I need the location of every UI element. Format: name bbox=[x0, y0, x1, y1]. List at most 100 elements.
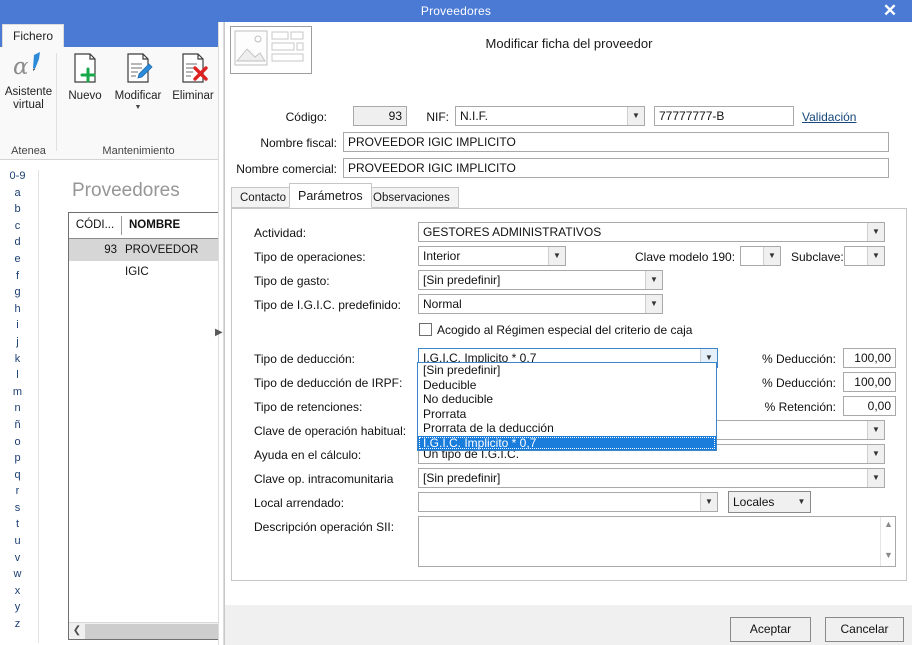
alphabet-index-item[interactable]: u bbox=[0, 533, 35, 550]
nombre-comercial-field[interactable]: PROVEEDOR IGIC IMPLICITO bbox=[343, 158, 889, 178]
alphabet-index-item[interactable]: p bbox=[0, 450, 35, 467]
tab-parametros[interactable]: Parámetros bbox=[289, 183, 372, 208]
local-arrendado-combo[interactable]: ▼ bbox=[418, 492, 718, 512]
cancel-button[interactable]: Cancelar bbox=[825, 617, 904, 642]
tipo-igic-predefinido-combo[interactable]: Normal ▼ bbox=[418, 294, 663, 314]
nif-type-value: N.I.F. bbox=[460, 109, 489, 123]
nif-field[interactable]: 77777777-B bbox=[654, 106, 794, 126]
chevron-down-icon[interactable]: ▼ bbox=[627, 107, 644, 125]
alphabet-index-item[interactable]: l bbox=[0, 367, 35, 384]
window-title: Proveedores bbox=[420, 4, 492, 18]
modificar-button[interactable]: Modificar ▼ bbox=[109, 51, 167, 112]
pct-deduccion-field[interactable]: 100,00 bbox=[843, 348, 896, 368]
eliminar-button[interactable]: Eliminar bbox=[167, 51, 219, 103]
chevron-down-icon[interactable]: ▼ bbox=[793, 492, 810, 510]
subclave-value bbox=[849, 247, 864, 265]
tab-observaciones[interactable]: Observaciones bbox=[364, 187, 459, 208]
nombre-fiscal-field[interactable]: PROVEEDOR IGIC IMPLICITO bbox=[343, 132, 889, 152]
accept-button[interactable]: Aceptar bbox=[730, 617, 811, 642]
close-icon[interactable]: ✕ bbox=[872, 0, 908, 22]
pct-deduccion2-field[interactable]: 100,00 bbox=[843, 372, 896, 392]
alphabet-index-item[interactable]: ñ bbox=[0, 417, 35, 434]
alphabet-index-item[interactable]: c bbox=[0, 218, 35, 235]
nuevo-button[interactable]: Nuevo bbox=[61, 51, 109, 103]
alphabet-index-item[interactable]: 0-9 bbox=[0, 168, 35, 185]
tipo-deduccion-label: Tipo de deducción: bbox=[254, 352, 355, 366]
alphabet-index-item[interactable]: s bbox=[0, 500, 35, 517]
codigo-field[interactable]: 93 bbox=[353, 106, 407, 126]
alphabet-index-item[interactable]: y bbox=[0, 599, 35, 616]
alphabet-index-item[interactable]: r bbox=[0, 483, 35, 500]
pct-retencion-field[interactable]: 0,00 bbox=[843, 396, 896, 416]
tipo-deduccion-dropdown-list[interactable]: [Sin predefinir] Deducible No deducible Pro… bbox=[417, 362, 717, 451]
clave-modelo-190-combo[interactable]: ▼ bbox=[740, 246, 781, 266]
subclave-combo[interactable]: ▼ bbox=[844, 246, 885, 266]
criterio-caja-label: Acogido al Régimen especial del criterio… bbox=[437, 323, 693, 337]
alphabet-index-item[interactable]: k bbox=[0, 351, 35, 368]
chevron-down-icon[interactable]: ▼ bbox=[881, 550, 896, 564]
criterio-caja-checkbox[interactable] bbox=[419, 323, 432, 336]
locales-button[interactable]: Locales ▼ bbox=[728, 491, 811, 513]
chevron-down-icon[interactable]: ▼ bbox=[867, 445, 884, 463]
chevron-down-icon[interactable]: ▼ bbox=[645, 295, 662, 313]
dropdown-option[interactable]: Prorrata de la deducción bbox=[418, 421, 716, 436]
dropdown-option[interactable]: No deducible bbox=[418, 392, 716, 407]
textarea-scrollbar[interactable]: ▲ ▼ bbox=[880, 517, 895, 566]
chevron-down-icon[interactable]: ▼ bbox=[109, 103, 167, 112]
alphabet-index-item[interactable]: w bbox=[0, 566, 35, 583]
alphabet-index-item[interactable]: h bbox=[0, 301, 35, 318]
chevron-up-icon[interactable]: ▲ bbox=[881, 519, 896, 533]
tab-contacto[interactable]: Contacto bbox=[231, 187, 296, 208]
alphabet-index-item[interactable]: i bbox=[0, 317, 35, 334]
alpha-pen-icon: α bbox=[2, 51, 55, 84]
chevron-down-icon[interactable]: ▼ bbox=[700, 493, 717, 511]
svg-text:α: α bbox=[13, 54, 29, 80]
asistente-virtual-label-2: virtual bbox=[13, 99, 44, 111]
alphabet-index-item[interactable]: q bbox=[0, 467, 35, 484]
alphabet-index-item[interactable]: z bbox=[0, 616, 35, 633]
table-row[interactable]: 93 PROVEEDOR IGIC bbox=[69, 239, 219, 278]
alphabet-index-item[interactable]: e bbox=[0, 251, 35, 268]
alphabet-index-item[interactable]: t bbox=[0, 516, 35, 533]
grid-horizontal-scrollbar[interactable]: ❮ bbox=[69, 622, 219, 639]
chevron-left-icon[interactable]: ❮ bbox=[69, 623, 85, 639]
alphabet-index-item[interactable]: x bbox=[0, 583, 35, 600]
scrollbar-thumb[interactable] bbox=[85, 624, 219, 639]
alphabet-index-item[interactable]: d bbox=[0, 234, 35, 251]
alphabet-index-item[interactable]: f bbox=[0, 268, 35, 285]
dropdown-option[interactable]: I.G.I.C. Implicito * 0,7 bbox=[418, 435, 716, 450]
alphabet-index-item[interactable]: o bbox=[0, 434, 35, 451]
alphabet-index-item[interactable]: a bbox=[0, 185, 35, 202]
alphabet-index-item[interactable]: g bbox=[0, 284, 35, 301]
actividad-combo[interactable]: GESTORES ADMINISTRATIVOS ▼ bbox=[418, 222, 885, 242]
chevron-down-icon[interactable]: ▼ bbox=[645, 271, 662, 289]
column-header-codigo[interactable]: CÓDI... bbox=[69, 213, 121, 238]
alphabet-index-item[interactable]: v bbox=[0, 550, 35, 567]
chevron-down-icon[interactable]: ▼ bbox=[867, 469, 884, 487]
validacion-link[interactable]: Validación bbox=[802, 110, 856, 124]
chevron-down-icon[interactable]: ▼ bbox=[867, 223, 884, 241]
clave-op-intracomunitaria-label: Clave op. intracomunitaria bbox=[254, 472, 394, 486]
splitter-expand-icon[interactable]: ▶ bbox=[215, 327, 223, 338]
alphabet-index-item[interactable]: j bbox=[0, 334, 35, 351]
alphabet-index-item[interactable]: n bbox=[0, 400, 35, 417]
column-header-nombre-fiscal[interactable]: NOMBRE FISCAL bbox=[125, 213, 219, 256]
nif-type-combo[interactable]: N.I.F. ▼ bbox=[455, 106, 645, 126]
ribbon-group-label-atenea: Atenea bbox=[11, 145, 46, 157]
clave-op-intracomunitaria-combo[interactable]: [Sin predefinir] ▼ bbox=[418, 468, 885, 488]
alphabet-index-item[interactable]: m bbox=[0, 384, 35, 401]
chevron-down-icon[interactable]: ▼ bbox=[548, 247, 565, 265]
column-divider[interactable] bbox=[121, 216, 122, 235]
dropdown-option[interactable]: Deducible bbox=[418, 378, 716, 393]
ribbon-tab-fichero[interactable]: Fichero bbox=[2, 24, 64, 47]
dropdown-option[interactable]: [Sin predefinir] bbox=[418, 363, 716, 378]
chevron-down-icon[interactable]: ▼ bbox=[763, 247, 780, 265]
tipo-gasto-combo[interactable]: [Sin predefinir] ▼ bbox=[418, 270, 663, 290]
descripcion-sii-textarea[interactable]: ▲ ▼ bbox=[418, 516, 896, 567]
chevron-down-icon[interactable]: ▼ bbox=[867, 247, 884, 265]
asistente-virtual-button[interactable]: α Asistente virtual bbox=[2, 51, 55, 112]
chevron-down-icon[interactable]: ▼ bbox=[867, 421, 884, 439]
alphabet-index-item[interactable]: b bbox=[0, 201, 35, 218]
tipo-operaciones-combo[interactable]: Interior ▼ bbox=[418, 246, 566, 266]
dropdown-option[interactable]: Prorrata bbox=[418, 407, 716, 422]
